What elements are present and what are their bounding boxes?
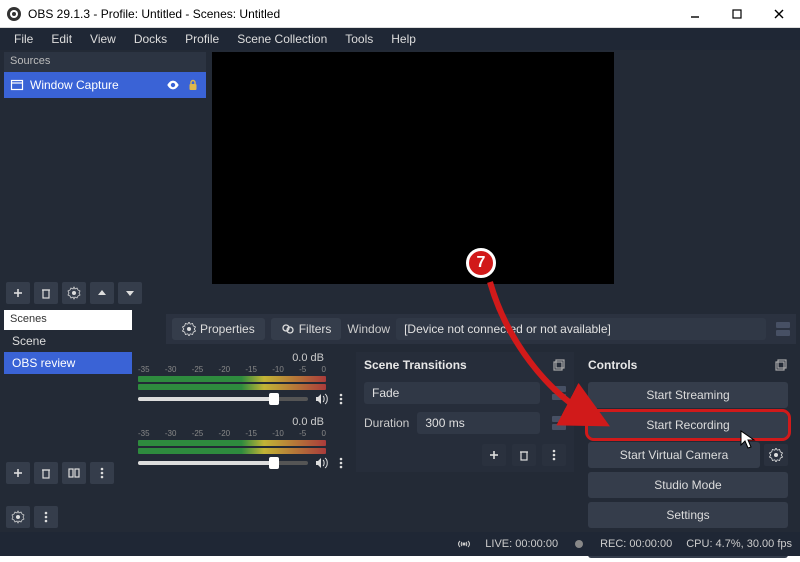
source-item[interactable]: Window Capture <box>4 72 206 98</box>
start-virtual-camera-button[interactable]: Start Virtual Camera <box>588 442 760 468</box>
status-live: LIVE: 00:00:00 <box>485 538 558 550</box>
sources-panel: Sources Window Capture <box>4 52 206 98</box>
transition-more-button[interactable] <box>542 444 566 466</box>
mixer-db-value: 0.0 dB <box>138 352 348 364</box>
menu-profile[interactable]: Profile <box>177 30 227 48</box>
source-item-label: Window Capture <box>30 78 160 92</box>
mixer-db-value: 0.0 dB <box>138 416 348 428</box>
scenes-toolbar <box>6 462 114 484</box>
window-selector-label: Window <box>347 322 390 336</box>
obs-logo-icon <box>6 6 22 22</box>
annotation-arrow-icon <box>476 268 636 438</box>
settings-button[interactable]: Settings <box>588 502 788 528</box>
menu-docks[interactable]: Docks <box>126 30 175 48</box>
mixer-ticks: -35-30-25-20-15-10-50 <box>138 429 326 438</box>
mixer-track: 0.0 dB -35-30-25-20-15-10-50 <box>138 416 348 470</box>
more-icon[interactable] <box>334 392 348 406</box>
scenes-panel: Scenes Scene OBS review <box>4 310 132 374</box>
scene-more-button[interactable] <box>90 462 114 484</box>
window-title: OBS 29.1.3 - Profile: Untitled - Scenes:… <box>28 7 674 21</box>
filters-icon <box>281 322 295 336</box>
menu-view[interactable]: View <box>82 30 124 48</box>
source-settings-button[interactable] <box>62 282 86 304</box>
volume-slider[interactable] <box>138 461 308 465</box>
studio-mode-button[interactable]: Studio Mode <box>588 472 788 498</box>
meter-bar <box>138 376 326 382</box>
status-cpu: CPU: 4.7%, 30.00 fps <box>686 538 792 550</box>
menu-file[interactable]: File <box>6 30 41 48</box>
add-source-button[interactable] <box>6 282 30 304</box>
meter-bar <box>138 384 326 390</box>
broadcast-icon <box>457 537 471 551</box>
status-rec: REC: 00:00:00 <box>600 538 672 550</box>
scene-filter-button[interactable] <box>62 462 86 484</box>
duration-label: Duration <box>364 416 409 430</box>
menu-scene-collection[interactable]: Scene Collection <box>229 30 335 48</box>
add-scene-button[interactable] <box>6 462 30 484</box>
gear-icon <box>182 322 196 336</box>
move-up-button[interactable] <box>90 282 114 304</box>
scene-item[interactable]: OBS review <box>4 352 132 374</box>
lock-icon[interactable] <box>186 78 200 92</box>
remove-scene-button[interactable] <box>34 462 58 484</box>
preview-canvas[interactable] <box>212 52 614 284</box>
record-icon <box>572 537 586 551</box>
window-icon <box>10 78 24 92</box>
mixer-ticks: -35-30-25-20-15-10-50 <box>138 365 326 374</box>
cursor-icon <box>740 430 756 450</box>
move-down-button[interactable] <box>118 282 142 304</box>
transitions-title: Scene Transitions <box>364 358 467 372</box>
speaker-icon[interactable] <box>314 456 328 470</box>
meter-bar <box>138 448 326 454</box>
menubar: File Edit View Docks Profile Scene Colle… <box>0 28 800 50</box>
maximize-button[interactable] <box>716 0 758 28</box>
remove-source-button[interactable] <box>34 282 58 304</box>
annotation-badge: 7 <box>466 248 496 278</box>
bottom-toolbar <box>6 506 58 528</box>
properties-label: Properties <box>200 322 255 336</box>
filters-label: Filters <box>299 322 332 336</box>
menu-edit[interactable]: Edit <box>43 30 80 48</box>
remove-transition-button[interactable] <box>512 444 536 466</box>
gear-icon <box>769 448 783 462</box>
sources-header: Sources <box>4 52 206 72</box>
vcam-settings-button[interactable] <box>764 444 788 466</box>
more-icon[interactable] <box>334 456 348 470</box>
sources-toolbar <box>6 282 142 304</box>
menu-help[interactable]: Help <box>383 30 424 48</box>
add-transition-button[interactable] <box>482 444 506 466</box>
status-bar: LIVE: 00:00:00 REC: 00:00:00 CPU: 4.7%, … <box>0 532 800 556</box>
mixer-track: 0.0 dB -35-30-25-20-15-10-50 <box>138 352 348 406</box>
speaker-icon[interactable] <box>314 392 328 406</box>
volume-slider[interactable] <box>138 397 308 401</box>
properties-button[interactable]: Properties <box>172 318 265 340</box>
window-titlebar: OBS 29.1.3 - Profile: Untitled - Scenes:… <box>0 0 800 28</box>
meter-bar <box>138 440 326 446</box>
stats-more-button[interactable] <box>34 506 58 528</box>
popout-icon[interactable] <box>774 358 788 372</box>
close-button[interactable] <box>758 0 800 28</box>
audio-mixer: 0.0 dB -35-30-25-20-15-10-50 0.0 dB -35-… <box>138 352 348 480</box>
menu-tools[interactable]: Tools <box>337 30 381 48</box>
filters-button[interactable]: Filters <box>271 318 342 340</box>
main-area: Sources Window Capture Scenes Scene OBS … <box>0 50 800 556</box>
minimize-button[interactable] <box>674 0 716 28</box>
scenes-header: Scenes <box>4 310 132 330</box>
eye-icon[interactable] <box>166 78 180 92</box>
selector-stepper[interactable] <box>776 322 790 336</box>
scene-item[interactable]: Scene <box>4 330 132 352</box>
stats-settings-button[interactable] <box>6 506 30 528</box>
